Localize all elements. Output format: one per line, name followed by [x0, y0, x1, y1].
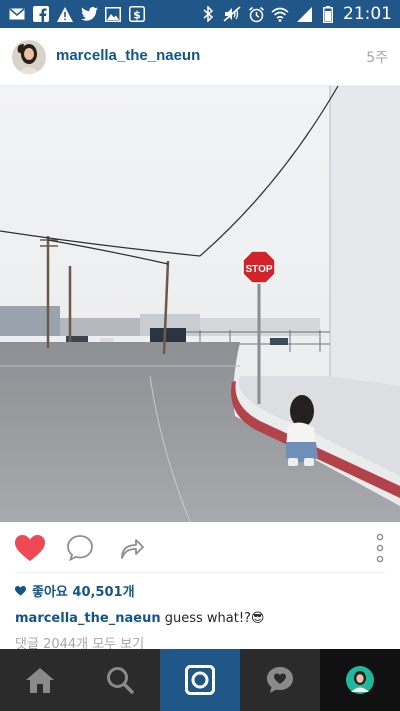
bluetooth-icon — [199, 5, 217, 23]
nav-home[interactable] — [0, 649, 80, 711]
post-time: 5주 — [366, 50, 388, 66]
nav-search[interactable] — [80, 649, 160, 711]
like-button[interactable] — [14, 532, 46, 564]
small-heart-icon — [15, 585, 26, 596]
mute-icon — [223, 5, 241, 23]
bottom-nav — [0, 649, 400, 711]
caption-username[interactable]: marcella_the_naeun — [15, 611, 161, 626]
profile-icon — [346, 666, 374, 694]
comment-icon — [67, 535, 93, 562]
nav-camera[interactable] — [160, 649, 240, 711]
wifi-icon — [271, 5, 289, 23]
stock-app-icon: $ — [128, 5, 146, 23]
camera-icon — [185, 665, 215, 695]
post-username[interactable]: marcella_the_naeun — [56, 47, 200, 64]
nav-profile[interactable] — [320, 649, 400, 711]
alarm-icon — [247, 5, 265, 23]
comment-button[interactable] — [64, 532, 96, 564]
likes-text: 좋아요 40,501개 — [32, 585, 135, 600]
warning-icon — [56, 5, 74, 23]
battery-icon — [319, 5, 337, 23]
post-header: marcella_the_naeun 5주 — [0, 28, 400, 86]
stop-sign-text: STOP — [245, 264, 272, 275]
mail-icon — [8, 5, 26, 23]
caption-text: guess what!?😎 — [164, 611, 265, 626]
more-options-button[interactable] — [364, 532, 396, 564]
status-time: 21:01 — [343, 4, 392, 24]
heart-icon — [15, 534, 45, 561]
more-vertical-icon — [376, 533, 384, 563]
nav-activity[interactable] — [240, 649, 320, 711]
post-photo[interactable]: STOP — [0, 86, 400, 522]
home-icon — [26, 667, 54, 693]
status-bar: $ 21:01 — [0, 0, 400, 28]
twitter-icon — [80, 5, 98, 23]
share-icon — [121, 539, 144, 559]
likes-count[interactable]: 좋아요 40,501개 — [15, 581, 135, 600]
signal-icon — [295, 5, 313, 23]
svg-text:$: $ — [133, 9, 141, 22]
facebook-icon — [32, 5, 50, 23]
avatar[interactable] — [12, 40, 46, 74]
divider — [15, 572, 385, 573]
search-icon — [107, 667, 134, 694]
action-bar — [0, 522, 400, 572]
share-button[interactable] — [116, 532, 148, 564]
gallery-icon — [104, 5, 122, 23]
caption: marcella_the_naeun guess what!?😎 — [15, 611, 265, 626]
activity-icon — [267, 667, 293, 693]
